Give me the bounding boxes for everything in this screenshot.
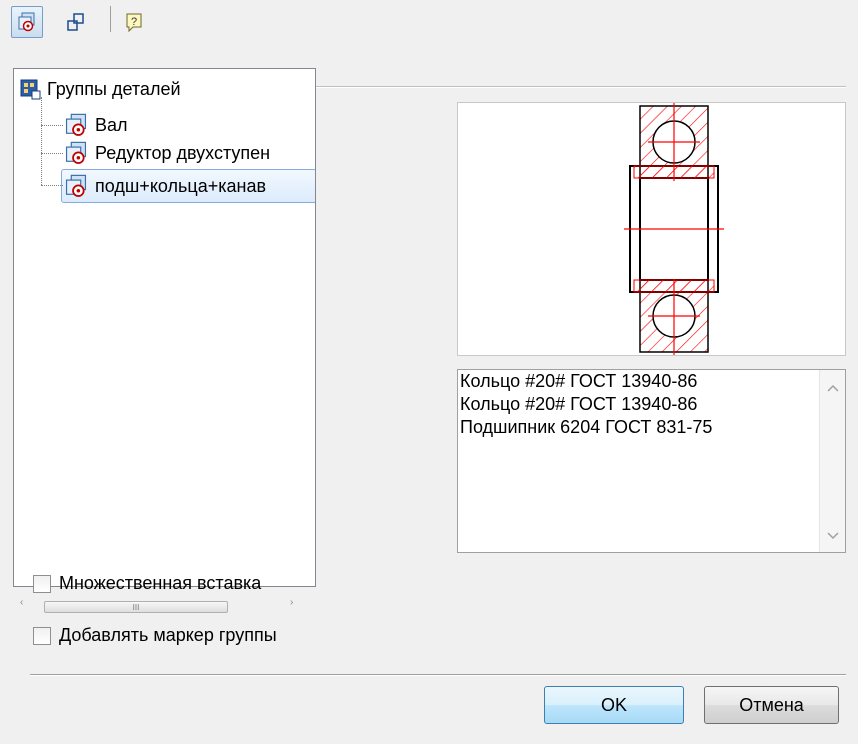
multi-insert-label: Множественная вставка [59, 573, 262, 593]
tree-item-bearing-rings-groove[interactable]: подш+кольца+канав [63, 174, 266, 198]
tree-item-gearbox[interactable]: Редуктор двухступен [63, 141, 270, 165]
group-marker-option[interactable]: Добавлять маркер группы [33, 625, 277, 646]
group-contents-list[interactable]: Кольцо #20# ГОСТ 13940-86 Кольцо #20# ГО… [457, 369, 846, 553]
list-item: Кольцо #20# ГОСТ 13940-86 [460, 371, 698, 391]
scroll-right-arrow[interactable]: › [290, 597, 293, 608]
part-group-icon [65, 113, 87, 136]
part-groups-tree[interactable]: Группы деталей Вал Редуктор двухступен п… [13, 68, 316, 587]
tree-connector [41, 153, 63, 154]
list-vertical-scrollbar[interactable] [819, 370, 845, 552]
group-divider-highlight [316, 87, 846, 88]
toolbar-separator [110, 6, 111, 32]
group-marker-label: Добавлять маркер группы [59, 625, 277, 645]
tree-item-label: Редуктор двухступен [95, 142, 271, 163]
scroll-left-arrow[interactable]: ‹ [20, 597, 23, 608]
attach-tool-button[interactable] [60, 6, 92, 38]
cancel-button[interactable]: Отмена [704, 686, 839, 724]
tree-horizontal-scrollbar[interactable]: ‹ III › [14, 597, 316, 616]
tree-item-shaft[interactable]: Вал [63, 113, 128, 137]
ok-button[interactable]: OK [544, 686, 684, 724]
tree-root-part-groups[interactable]: Группы деталей [19, 77, 181, 101]
list-item: Подшипник 6204 ГОСТ 831-75 [460, 417, 713, 437]
scroll-thumb[interactable]: III [44, 601, 228, 613]
multi-insert-checkbox[interactable] [33, 574, 51, 593]
svg-text:?: ? [131, 16, 137, 28]
tree-connector [41, 185, 63, 186]
tree-item-label: Вал [95, 114, 128, 135]
list-item: Кольцо #20# ГОСТ 13940-86 [460, 394, 698, 414]
footer-divider-highlight [30, 675, 846, 676]
part-group-icon [65, 174, 87, 197]
tree-connector [41, 125, 63, 126]
attach-icon [67, 13, 84, 31]
part-group-icon [18, 12, 35, 32]
scroll-thumb-grip: III [132, 602, 140, 612]
tree-item-label: подш+кольца+канав [95, 175, 267, 196]
drawing-preview [457, 102, 846, 356]
multi-insert-option[interactable]: Множественная вставка [33, 573, 261, 594]
part-group-tool-button[interactable] [11, 6, 43, 38]
scroll-down-arrow-icon[interactable] [827, 532, 839, 540]
help-tool-button[interactable]: ? [118, 6, 150, 38]
part-group-icon [65, 141, 87, 164]
help-icon: ? [126, 13, 142, 33]
part-groups-root-icon [20, 79, 41, 100]
bearing-drawing [624, 103, 724, 355]
tree-connector [41, 97, 42, 185]
scroll-up-arrow-icon[interactable] [827, 384, 839, 392]
group-marker-checkbox[interactable] [33, 626, 51, 645]
tree-root-label: Группы деталей [47, 78, 181, 99]
